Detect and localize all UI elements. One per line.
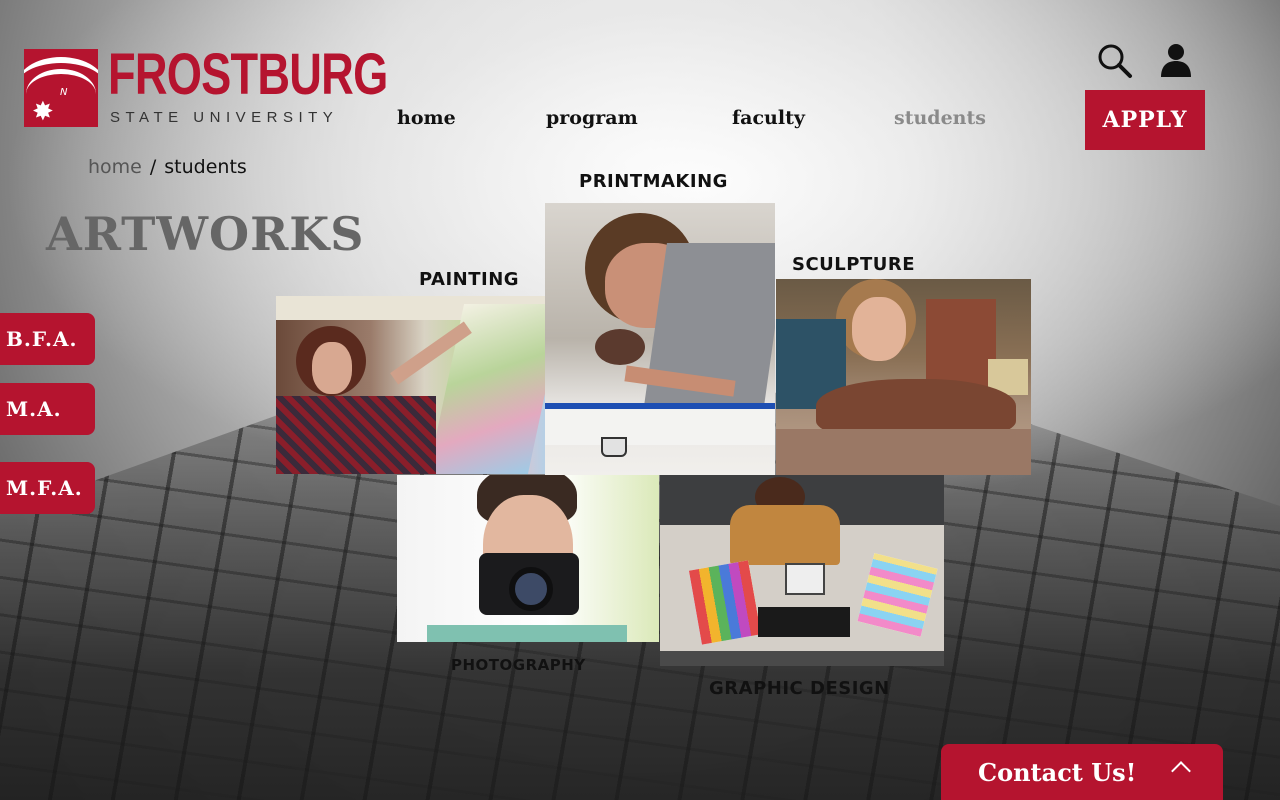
logo-subtitle: STATE UNIVERSITY [110, 109, 339, 126]
degree-bfa-button[interactable]: B.F.A. [0, 313, 95, 365]
page-title: ARTWORKS [46, 207, 365, 261]
nav-students[interactable]: students [894, 106, 986, 130]
breadcrumb-separator: / [149, 156, 157, 178]
logo-name: FROSTBURG [108, 42, 388, 107]
nav-program[interactable]: program [546, 106, 638, 130]
sculpture-image[interactable] [776, 279, 1031, 475]
contact-us-button[interactable]: Contact Us! [941, 744, 1223, 800]
degree-mfa-button[interactable]: M.F.A. [0, 462, 95, 514]
frostburg-logo[interactable]: ✸ N FROSTBURG STATE UNIVERSITY [24, 43, 388, 131]
contact-us-label: Contact Us! [978, 757, 1137, 787]
photography-image[interactable] [397, 475, 659, 642]
painting-label: PAINTING [419, 269, 520, 290]
nav-home[interactable]: home [397, 106, 456, 130]
sculpture-label: SCULPTURE [792, 254, 916, 275]
degree-ma-button[interactable]: M.A. [0, 383, 95, 435]
painting-image[interactable] [276, 296, 546, 474]
breadcrumb-home[interactable]: home [88, 156, 142, 178]
logo-emblem: ✸ N [24, 49, 98, 127]
nav-faculty[interactable]: faculty [732, 106, 805, 130]
chevron-up-icon [1171, 761, 1191, 781]
graphic-design-image[interactable] [660, 475, 944, 666]
breadcrumb-current: students [164, 156, 247, 178]
printmaking-image[interactable] [545, 203, 775, 475]
breadcrumb: home / students [88, 155, 247, 179]
user-icon[interactable] [1158, 42, 1194, 78]
printmaking-label: PRINTMAKING [579, 171, 728, 192]
photography-label: PHOTOGRAPHY [451, 656, 586, 674]
apply-button[interactable]: APPLY [1085, 90, 1205, 150]
search-icon[interactable] [1097, 43, 1133, 79]
graphic-design-label: GRAPHIC DESIGN [709, 678, 890, 699]
